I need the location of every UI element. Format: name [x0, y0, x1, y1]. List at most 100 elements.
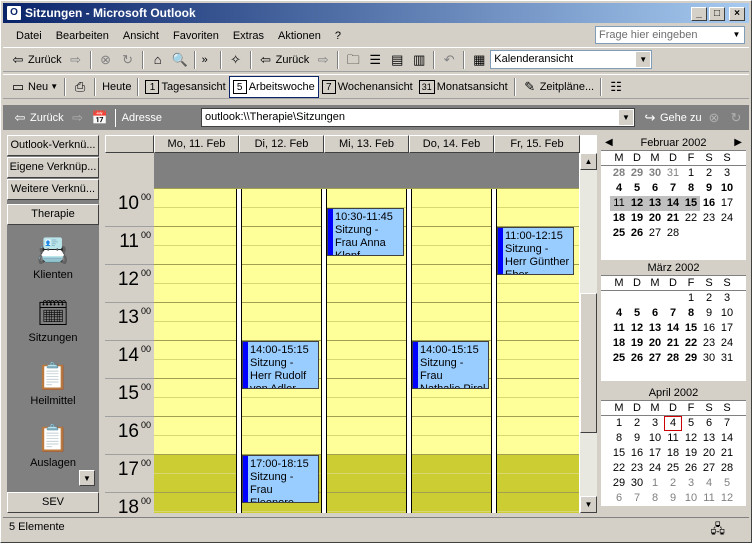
- date-cell[interactable]: 28: [610, 166, 628, 181]
- date-cell[interactable]: 16: [700, 196, 718, 211]
- date-cell[interactable]: 1: [646, 476, 664, 491]
- date-cell[interactable]: 28: [664, 351, 682, 366]
- date-cell[interactable]: 11: [610, 321, 628, 336]
- date-cell[interactable]: 10: [682, 491, 700, 506]
- chevron-down-icon[interactable]: ▼: [619, 110, 633, 125]
- date-cell[interactable]: [718, 226, 736, 241]
- week-view-button[interactable]: 7 Wochenansicht: [319, 76, 416, 98]
- date-cell[interactable]: [646, 291, 664, 306]
- date-cell[interactable]: 2: [664, 476, 682, 491]
- current-view-select[interactable]: Kalenderansicht ▼: [490, 50, 653, 69]
- date-cell[interactable]: 17: [646, 446, 664, 461]
- date-cell[interactable]: 30: [700, 351, 718, 366]
- date-cell[interactable]: 27: [646, 226, 664, 241]
- print-preview-button[interactable]: ▥: [408, 49, 430, 71]
- toolbar-overflow-button[interactable]: »: [199, 49, 217, 71]
- date-cell[interactable]: 20: [646, 336, 664, 351]
- date-cell[interactable]: 17: [718, 321, 736, 336]
- schedules-button[interactable]: ✎ Zeitpläne...: [519, 76, 597, 98]
- date-cell[interactable]: 21: [718, 446, 736, 461]
- date-cell[interactable]: 14: [664, 196, 682, 211]
- date-cell[interactable]: 18: [664, 446, 682, 461]
- date-cell[interactable]: 15: [682, 196, 700, 211]
- preview-pane-button[interactable]: ▤: [386, 49, 408, 71]
- date-cell[interactable]: 27: [700, 461, 718, 476]
- minimize-button[interactable]: _: [691, 7, 707, 21]
- date-cell[interactable]: 2: [700, 166, 718, 181]
- menu-extras[interactable]: Extras: [226, 30, 271, 42]
- nav-refresh-button[interactable]: ↻: [725, 107, 747, 129]
- date-cell[interactable]: 15: [610, 446, 628, 461]
- address-field[interactable]: outlook:\\Therapie\Sitzungen ▼: [201, 108, 635, 127]
- menu-bearbeiten[interactable]: Bearbeiten: [49, 30, 116, 42]
- shortcut-auslagen[interactable]: 📋 Auslagen: [7, 422, 99, 470]
- date-cell[interactable]: 24: [718, 211, 736, 226]
- date-cell[interactable]: [682, 226, 700, 241]
- after-hours-area[interactable]: [154, 455, 579, 513]
- menu-datei[interactable]: Datei: [9, 30, 49, 42]
- date-cell[interactable]: 23: [700, 211, 718, 226]
- next-month-icon[interactable]: ▶: [734, 135, 742, 151]
- date-cell[interactable]: 22: [610, 461, 628, 476]
- date-cell[interactable]: 7: [628, 491, 646, 506]
- date-cell[interactable]: 28: [664, 226, 682, 241]
- day-header[interactable]: Di, 12. Feb: [239, 135, 324, 153]
- day-header[interactable]: Fr, 15. Feb: [494, 135, 580, 153]
- date-cell[interactable]: 6: [646, 181, 664, 196]
- date-cell[interactable]: 13: [646, 196, 664, 211]
- date-cell[interactable]: 7: [664, 306, 682, 321]
- scroll-thumb[interactable]: [580, 293, 597, 433]
- date-cell[interactable]: 25: [610, 226, 628, 241]
- date-cell[interactable]: 25: [664, 461, 682, 476]
- date-cell[interactable]: 20: [646, 211, 664, 226]
- appointment[interactable]: 11:00-12:15Sitzung - Herr Günther Eber: [497, 227, 574, 275]
- group-sev[interactable]: SEV: [7, 492, 99, 513]
- date-cell[interactable]: 31: [718, 351, 736, 366]
- time-slot-grid[interactable]: 10:30-11:45Sitzung - Frau Anna Klopf 11:0…: [154, 188, 579, 513]
- appointment[interactable]: 10:30-11:45Sitzung - Frau Anna Klopf: [327, 208, 404, 256]
- date-cell[interactable]: 3: [718, 291, 736, 306]
- date-cell[interactable]: 12: [628, 196, 646, 211]
- date-cell[interactable]: 26: [628, 351, 646, 366]
- group-therapie[interactable]: Therapie: [7, 204, 99, 225]
- group-other-shortcuts[interactable]: Weitere Verknü...: [7, 179, 99, 200]
- appointment[interactable]: 17:00-18:15Sitzung - Frau Eleonore Perro…: [242, 455, 319, 503]
- date-cell[interactable]: 19: [628, 336, 646, 351]
- date-cell[interactable]: 29: [682, 351, 700, 366]
- date-cell[interactable]: 24: [718, 336, 736, 351]
- date-cell[interactable]: 29: [610, 476, 628, 491]
- date-cell[interactable]: 3: [646, 416, 664, 431]
- date-cell[interactable]: 9: [664, 491, 682, 506]
- group-my-shortcuts[interactable]: Eigene Verknüp...: [7, 157, 99, 178]
- date-cell[interactable]: 14: [718, 431, 736, 446]
- up-folder-button[interactable]: 🗀: [342, 49, 364, 71]
- date-cell[interactable]: 26: [628, 226, 646, 241]
- home-button[interactable]: ⌂: [147, 49, 169, 71]
- date-cell[interactable]: 23: [700, 336, 718, 351]
- date-cell[interactable]: 17: [718, 196, 736, 211]
- date-cell[interactable]: 16: [628, 446, 646, 461]
- date-cell[interactable]: 24: [646, 461, 664, 476]
- scroll-down-button[interactable]: ▼: [580, 496, 597, 513]
- all-day-area[interactable]: [154, 153, 579, 189]
- help-search-field[interactable]: Frage hier eingeben ▼: [595, 26, 745, 44]
- maximize-button[interactable]: □: [709, 7, 725, 21]
- date-cell[interactable]: 8: [682, 306, 700, 321]
- date-cell[interactable]: 4: [610, 181, 628, 196]
- today-button[interactable]: Heute: [99, 76, 134, 98]
- date-cell[interactable]: 29: [628, 166, 646, 181]
- address-book-button[interactable]: ☷: [605, 76, 627, 98]
- date-cell[interactable]: 6: [700, 416, 718, 431]
- date-cell[interactable]: 27: [646, 351, 664, 366]
- back-button-2[interactable]: ⇦ Zurück: [255, 49, 313, 71]
- date-cell[interactable]: 21: [664, 211, 682, 226]
- previous-month-icon[interactable]: ◀: [605, 135, 613, 151]
- go-button[interactable]: ↪ Gehe zu: [639, 107, 705, 129]
- date-cell[interactable]: 13: [646, 321, 664, 336]
- date-cell[interactable]: 13: [700, 431, 718, 446]
- date-cell[interactable]: 7: [664, 181, 682, 196]
- date-cell[interactable]: 18: [610, 336, 628, 351]
- date-cell[interactable]: 9: [700, 181, 718, 196]
- undo-button[interactable]: ↶: [438, 49, 460, 71]
- date-cell[interactable]: 4: [664, 416, 682, 431]
